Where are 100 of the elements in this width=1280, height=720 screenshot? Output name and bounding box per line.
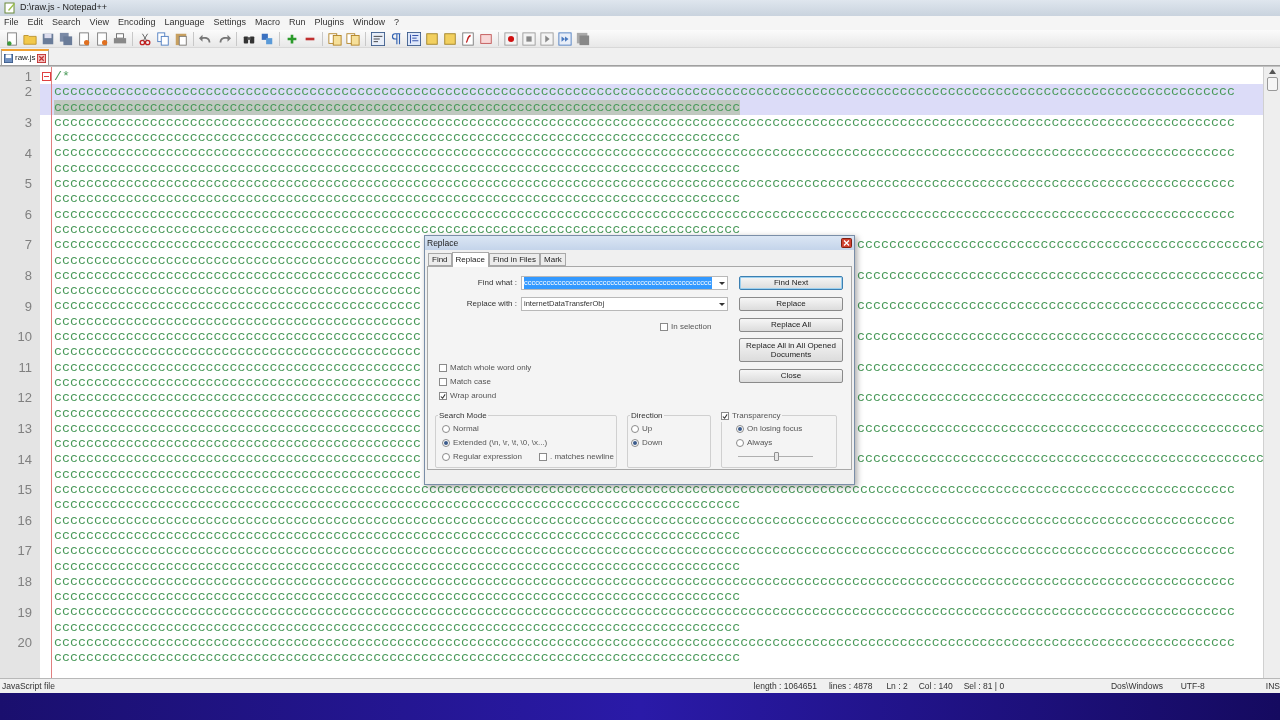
indent-guide-icon[interactable] [407, 31, 421, 46]
code-text: cccccccccccccccccccccccccccccccccccccccccccccccccccccccccccccccccccccccccccccccccccccc [54, 221, 741, 238]
code-text: cccccccccccccccccccccccccccccccccccccccccccccc [54, 237, 422, 253]
floppies-icon[interactable] [59, 31, 73, 46]
option-label: Regular expression [453, 451, 522, 463]
menu-item[interactable]: View [89, 16, 109, 30]
code-text: cccccccccccccccccccccccccccccccccccccccccccccc [54, 466, 422, 482]
stop-icon[interactable] [522, 31, 536, 46]
code-text: ccccccccccccccccccccccccccccccccccccccccccccccccccc [857, 451, 1263, 467]
code-text: cccccccccccccccccccccccccccccccccccccccccccccc [54, 298, 422, 314]
play-multiple-icon[interactable] [558, 31, 572, 46]
code-text: ccccccccccccccccccccccccccccccccccccccccccccccccccc [857, 359, 1263, 375]
code-text: ccccccccccccccccccccccccccccccccccccccccccccccccccc [857, 420, 1263, 437]
fold-marker-icon[interactable] [41, 72, 51, 82]
line-number: 8 [24, 268, 32, 283]
dialog-button[interactable]: Close [739, 369, 843, 383]
radio-button[interactable] [631, 439, 639, 447]
radio-button[interactable] [736, 439, 744, 447]
checkbox[interactable] [439, 378, 447, 386]
radio-button[interactable] [442, 453, 450, 461]
menu-item[interactable]: Macro [255, 16, 281, 30]
option-label: On losing focus [747, 423, 803, 435]
code-text: cccccccccccccccccccccccccccccccccccccccccccccc [54, 390, 422, 406]
dialog-button[interactable]: Replace All [739, 318, 843, 332]
radio-button[interactable] [442, 425, 450, 433]
radio-button[interactable] [631, 425, 639, 433]
status-text: length : 1064651 [753, 679, 817, 693]
code-text: cccccccccccccccccccccccccccccccccccccccccccccc [54, 344, 422, 360]
menu-item[interactable]: Settings [213, 16, 247, 30]
checkbox[interactable] [721, 412, 729, 420]
menu-item[interactable]: Run [289, 16, 306, 30]
close-icon[interactable] [841, 238, 852, 248]
menu-item[interactable]: Language [164, 16, 205, 30]
line-number: 10 [17, 329, 32, 345]
status-text: UTF-8 [1180, 679, 1206, 693]
radio-button[interactable] [442, 439, 450, 447]
status-text: Dos\Windows [1110, 679, 1164, 693]
pilcrow-icon[interactable] [389, 31, 403, 46]
floppy-icon[interactable] [41, 31, 55, 46]
code-text: cccccccccccccccccccccccccccccccccccccccccccccccccccccccccccccccccccccccccccccccccccccccccccccccccccccccccccccccccccccccccccccccccccccccccccccccccccc [54, 176, 1235, 192]
code-text: cccccccccccccccccccccccccccccccccccccccccccccc [54, 451, 422, 467]
window-title: D:\raw.js - Notepad++ [20, 1, 108, 15]
code-text: cccccccccccccccccccccccccccccccccccccccccccccccccccccccccccccccccccccccccccccccccccccccccccccccccccccccccccccccccccccccccccccccccccccccccccccccccccc [54, 543, 1235, 559]
record-icon[interactable] [504, 31, 518, 46]
dialog-button[interactable]: Replace [739, 297, 843, 311]
menu-item[interactable]: Window [353, 16, 386, 30]
menu-item[interactable]: Plugins [314, 16, 345, 30]
dialog-tab[interactable]: Replace [451, 252, 489, 267]
checkbox[interactable] [439, 392, 447, 400]
code-text: ccccccccccccccccccccccccccccccccccccccccccccccccccc [857, 329, 1263, 345]
document-icon[interactable] [5, 31, 19, 46]
caret-icon [719, 302, 725, 306]
option-label: Extended (\n, \r, \t, \0, \x...) [453, 437, 548, 449]
status-text: JavaScript file [2, 679, 56, 693]
menu-item[interactable]: ? [394, 16, 400, 30]
scroll-up-arrow-icon [1268, 69, 1276, 74]
line-number: 12 [17, 390, 32, 406]
clipboard-icon[interactable] [174, 31, 188, 46]
code-text: cccccccccccccccccccccccccccccccccccccccccccccccccccccccccccccccccccccccccccccccccccccc [54, 650, 741, 666]
code-text: cccccccccccccccccccccccccccccccccccccccccccccccccccccccccccccccccccccccccccccccccccccccccccccccccccccccccccccccccccccccccccccccccccccccccccccccccccc [54, 512, 1235, 528]
file-tab[interactable]: raw.js [1, 49, 50, 65]
line-number: 9 [24, 298, 32, 314]
dialog-button[interactable]: Replace All in All Opened Documents [739, 338, 843, 362]
slider[interactable] [738, 452, 813, 461]
dialog-tab[interactable]: Find [428, 253, 452, 266]
menu-item[interactable]: Encoding [117, 16, 156, 30]
scissors-icon[interactable] [138, 31, 152, 46]
status-text: lines : 4878 [828, 679, 873, 693]
word-wrap-icon[interactable] [371, 31, 385, 46]
slider-thumb[interactable] [773, 452, 779, 461]
copy-icon[interactable] [156, 31, 170, 46]
code-text: cccccccccccccccccccccccccccccccccccccccccccccccccccccccccccccccccccccccccccccccccccccc [54, 191, 741, 207]
code-text: cccccccccccccccccccccccccccccccccccccccccccccccccccccccccccccccccccccccccccccccccccccc [54, 130, 741, 146]
menu-item[interactable]: File [4, 16, 19, 30]
checkbox[interactable] [538, 453, 547, 461]
menu-item[interactable]: Edit [27, 16, 44, 30]
close-icon[interactable] [37, 53, 47, 63]
play-icon[interactable] [540, 31, 554, 46]
code-text: ccccccccccccccccccccccccccccccccccccccccccccccccccc [857, 267, 1263, 284]
option-label: Normal [453, 423, 479, 435]
code-text: cccccccccccccccccccccccccccccccccccccccccccccccccccccccccccccccccccccccccccccccccccccc [54, 160, 741, 177]
printer-icon[interactable] [113, 31, 127, 46]
code-text: cccccccccccccccccccccccccccccccccccccccccccccccccccccccccccccccccccccccccccccccccccccc [54, 589, 741, 605]
code-text: cccccccccccccccccccccccccccccccccccccccccccccc [54, 252, 422, 268]
checkbox[interactable] [439, 364, 447, 372]
code-text: cccccccccccccccccccccccccccccccccccccccccccccccccccccccccccccccccccccccccccccccccccccccccccccccccccccccccccccccccccccccccccccccccccccccccccccccccccc [54, 145, 1235, 161]
checkbox[interactable] [660, 323, 668, 331]
line-number: 11 [18, 359, 32, 375]
status-text: Ln : 2 [886, 679, 908, 693]
code-text: cccccccccccccccccccccccccccccccccccccccccccccc [54, 313, 422, 330]
dialog-tab[interactable]: Mark [540, 253, 566, 266]
scrollbar[interactable] [1263, 67, 1280, 678]
dialog-tab[interactable]: Find in Files [488, 253, 541, 266]
option-label: Match whole word only [450, 362, 532, 374]
radio-button[interactable] [736, 425, 744, 433]
code-text: cccccccccccccccccccccccccccccccccccccccccccccc [54, 267, 422, 284]
code-text: cccccccccccccccccccccccccccccccccccccccccccccc [54, 405, 422, 421]
dialog-button[interactable]: Find Next [739, 276, 843, 290]
menu-item[interactable]: Search [52, 16, 81, 30]
scrollbar-thumb[interactable] [1266, 77, 1278, 91]
